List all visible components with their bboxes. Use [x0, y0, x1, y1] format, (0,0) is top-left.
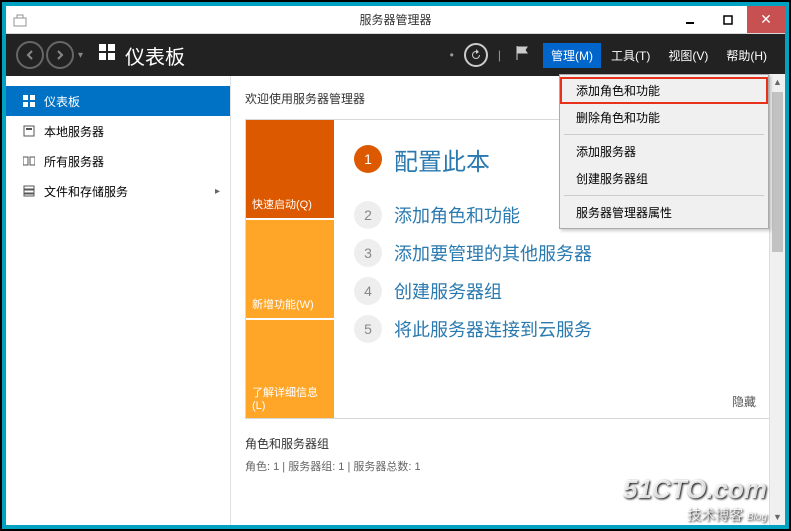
step-number: 2 [354, 201, 382, 229]
dropdown-separator [564, 195, 764, 196]
step-add-roles[interactable]: 添加角色和功能 [394, 202, 520, 228]
header-separator: • [450, 48, 454, 62]
sidebar-item-label: 本地服务器 [44, 123, 104, 140]
server-icon [22, 124, 36, 138]
sidebar-item-file-storage[interactable]: 文件和存储服务 ▸ [6, 176, 230, 206]
step-configure-server[interactable]: 配置此本 [394, 142, 490, 177]
maximize-button[interactable] [709, 6, 747, 33]
dropdown-add-server[interactable]: 添加服务器 [560, 138, 768, 165]
title-bar: 服务器管理器 ✕ [6, 6, 785, 34]
dropdown-add-roles[interactable]: 添加角色和功能 [560, 77, 768, 104]
step-create-group[interactable]: 创建服务器组 [394, 278, 502, 304]
menu-tools[interactable]: 工具(T) [603, 43, 658, 68]
menu-help[interactable]: 帮助(H) [718, 43, 775, 68]
storage-icon [22, 184, 36, 198]
dropdown-create-group[interactable]: 创建服务器组 [560, 165, 768, 192]
sidebar-item-all-servers[interactable]: 所有服务器 [6, 146, 230, 176]
dashboard-small-icon [22, 94, 36, 108]
step-number: 5 [354, 315, 382, 343]
step-number: 1 [354, 145, 382, 173]
sidebar-item-dashboard[interactable]: 仪表板 [6, 86, 230, 116]
minimize-button[interactable] [671, 6, 709, 33]
nav-dropdown-icon[interactable]: ▾ [78, 50, 83, 61]
chevron-right-icon: ▸ [215, 186, 220, 197]
scroll-thumb[interactable] [772, 92, 783, 252]
refresh-button[interactable] [464, 43, 488, 67]
sidebar-item-local-server[interactable]: 本地服务器 [6, 116, 230, 146]
manage-dropdown: 添加角色和功能 删除角色和功能 添加服务器 创建服务器组 服务器管理器属性 [559, 74, 769, 229]
step-number: 3 [354, 239, 382, 267]
tab-label: 新增功能(W) [252, 296, 314, 312]
window-title: 服务器管理器 [359, 11, 431, 28]
menu-manage[interactable]: 管理(M) [543, 43, 601, 68]
forward-button[interactable] [46, 41, 74, 69]
tab-label: 了解详细信息(L) [252, 384, 328, 412]
sidebar-item-label: 所有服务器 [44, 153, 104, 170]
dropdown-remove-roles[interactable]: 删除角色和功能 [560, 104, 768, 131]
step-add-servers[interactable]: 添加要管理的其他服务器 [394, 240, 592, 266]
close-button[interactable]: ✕ [747, 6, 785, 33]
back-button[interactable] [16, 41, 44, 69]
app-icon [12, 12, 28, 28]
groups-heading: 角色和服务器组 [245, 435, 771, 452]
dashboard-icon [97, 42, 117, 68]
header-bar: ▾ 仪表板 • | 管理(M) 工具(T) 视图(V) 帮助(H) [6, 34, 785, 76]
step-connect-cloud[interactable]: 将此服务器连接到云服务 [394, 316, 592, 342]
tab-whats-new[interactable]: 新增功能(W) [246, 220, 334, 318]
flag-icon[interactable] [515, 45, 529, 66]
hide-link[interactable]: 隐藏 [732, 393, 756, 410]
scroll-up-icon[interactable]: ▲ [770, 74, 785, 90]
groups-subtitle: 角色: 1 | 服务器组: 1 | 服务器总数: 1 [245, 458, 771, 474]
header-separator-2: | [498, 48, 501, 62]
page-title: 仪表板 [125, 41, 185, 70]
sidebar: 仪表板 本地服务器 所有服务器 文件和存储服务 ▸ [6, 76, 231, 525]
scroll-down-icon[interactable]: ▼ [770, 509, 785, 525]
dropdown-separator [564, 134, 764, 135]
scrollbar[interactable]: ▲ ▼ [769, 74, 785, 525]
step-number: 4 [354, 277, 382, 305]
sidebar-item-label: 文件和存储服务 [44, 183, 128, 200]
tab-learn-more[interactable]: 了解详细信息(L) [246, 320, 334, 418]
tab-quick-start[interactable]: 快速启动(Q) [246, 120, 334, 218]
menu-view[interactable]: 视图(V) [660, 43, 716, 68]
servers-icon [22, 154, 36, 168]
sidebar-item-label: 仪表板 [44, 93, 80, 110]
tab-label: 快速启动(Q) [252, 196, 312, 212]
dropdown-properties[interactable]: 服务器管理器属性 [560, 199, 768, 226]
